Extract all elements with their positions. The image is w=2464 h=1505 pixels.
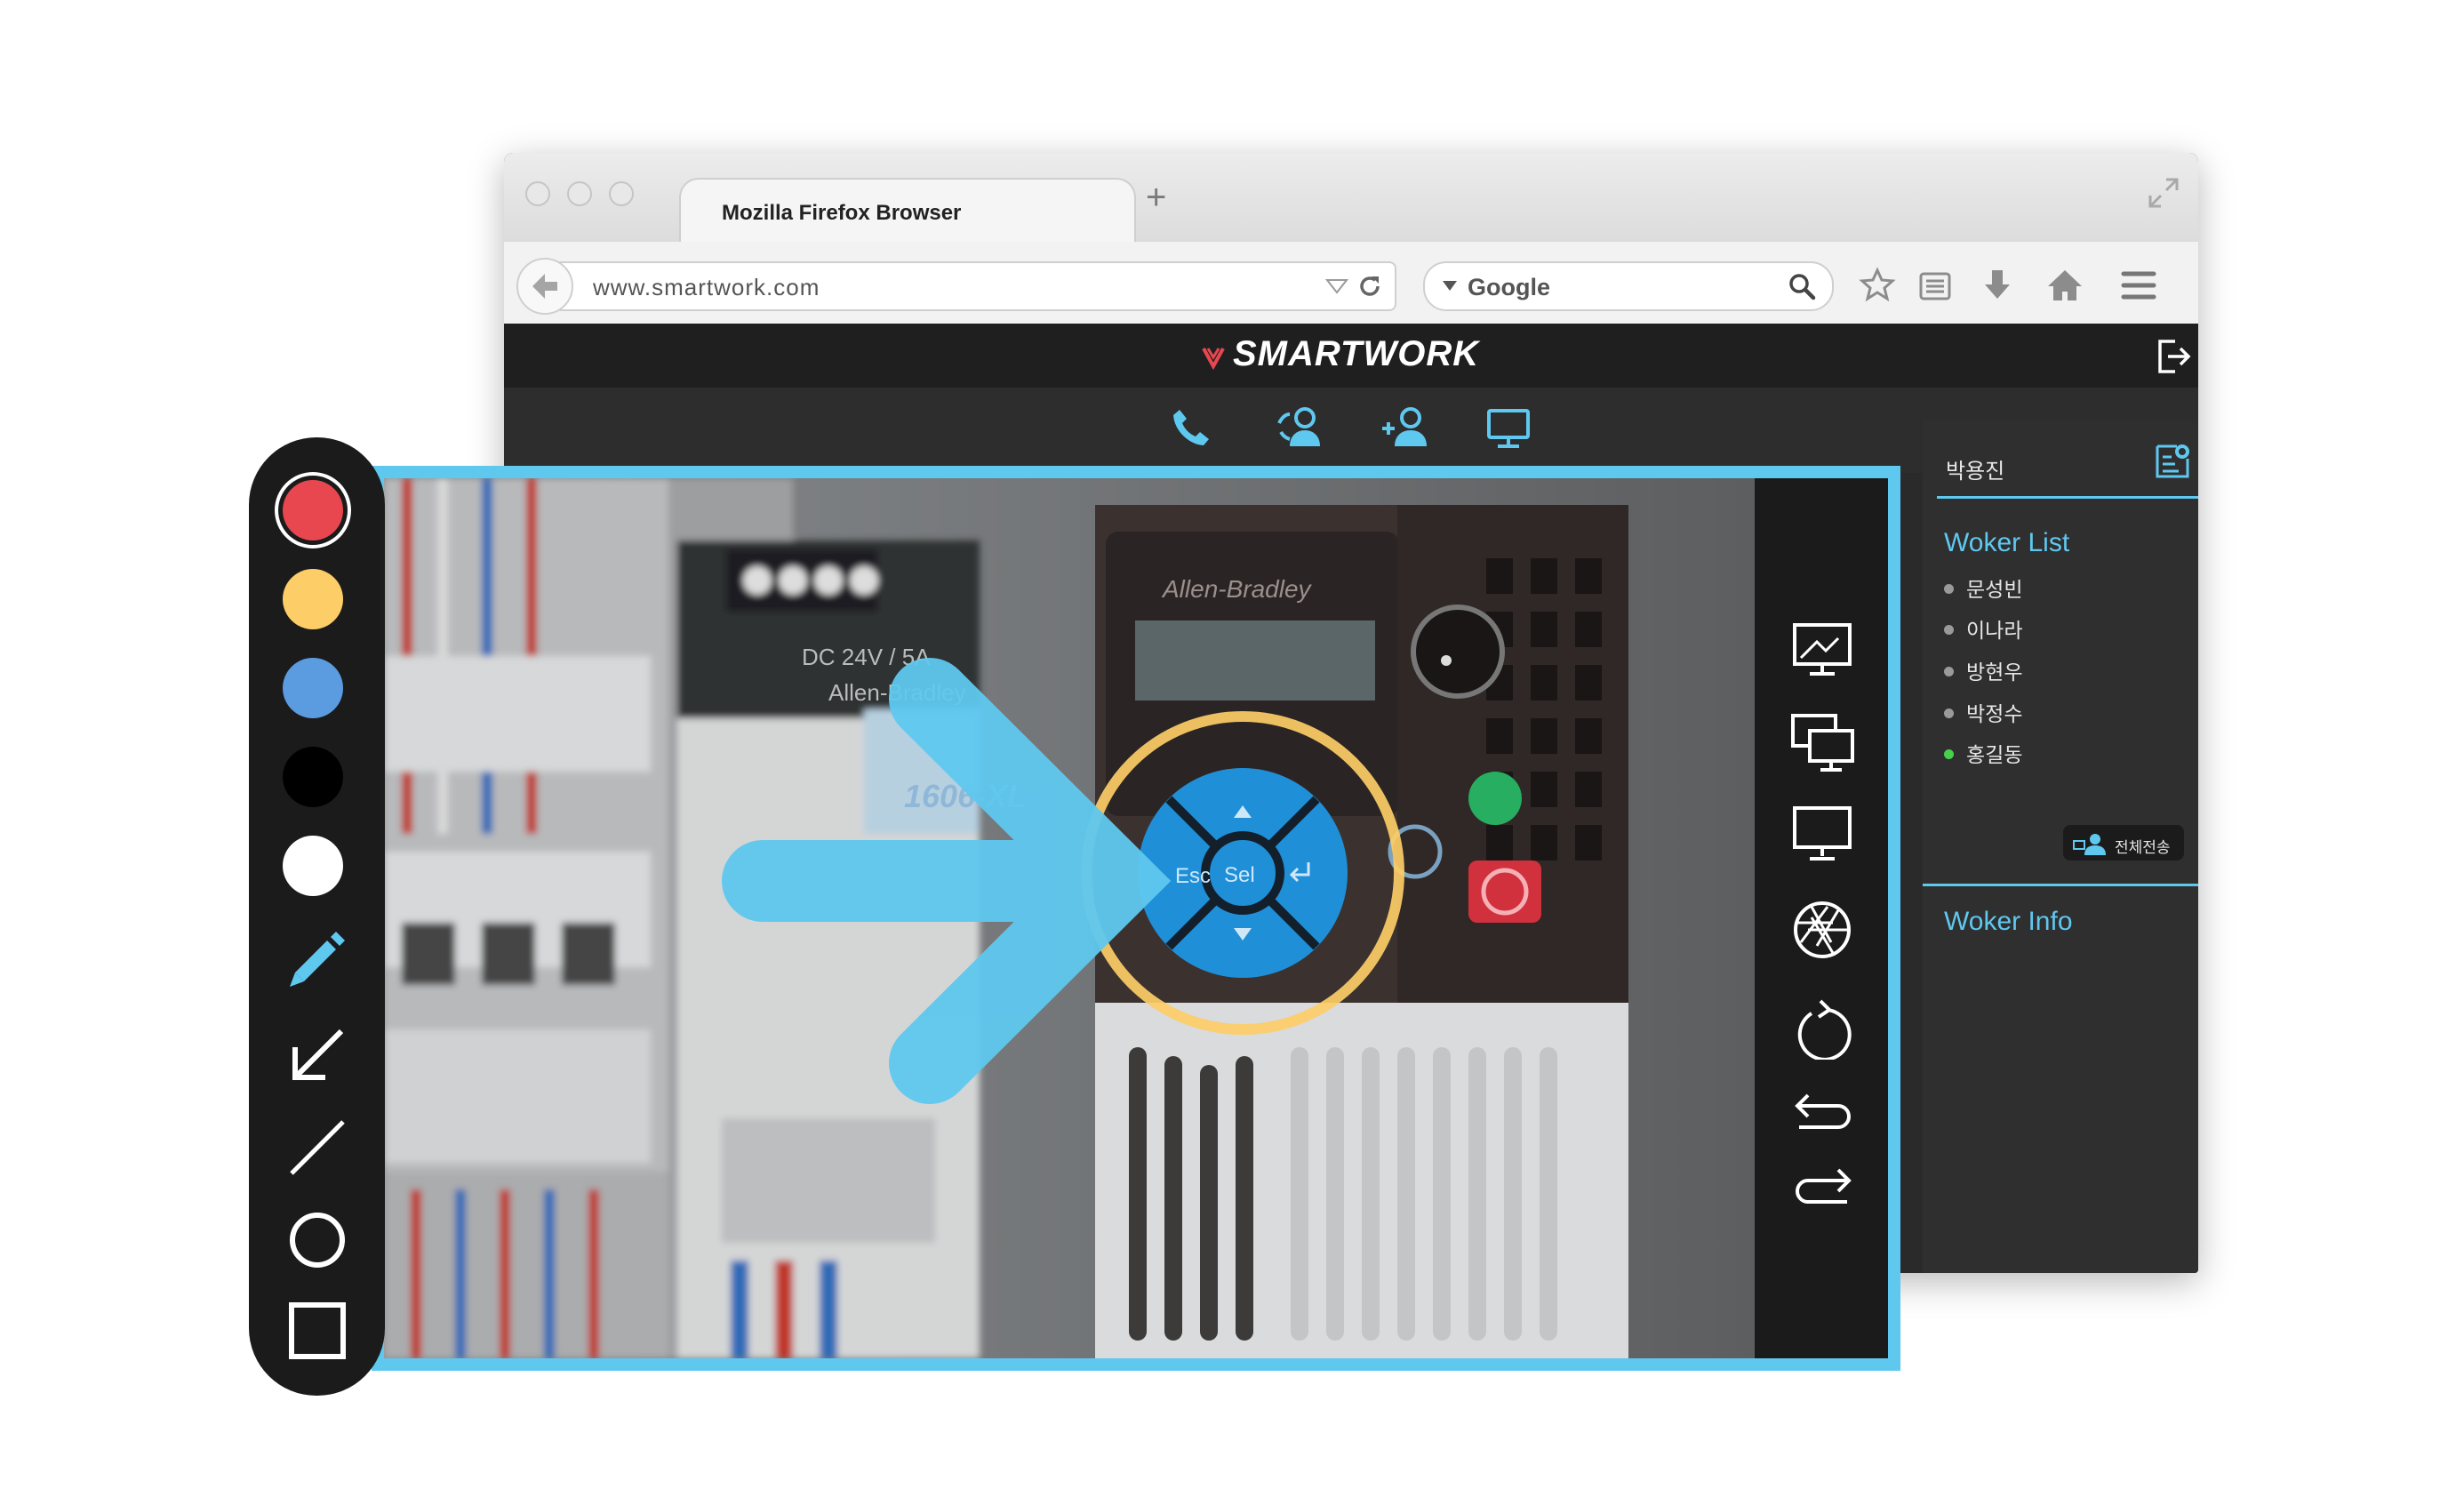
logout-icon[interactable] (2156, 338, 2191, 375)
drawing-toolbar (249, 437, 385, 1396)
color-blue-swatch[interactable] (283, 658, 343, 718)
search-icon[interactable] (1788, 272, 1816, 300)
window-zoom-button[interactable] (609, 181, 634, 206)
camera-feed[interactable]: DC 24V / 5A Allen-Bradley 1606-XL Allen-… (384, 478, 1755, 1358)
monitor-icon[interactable] (1792, 805, 1852, 864)
esc-key-label: Esc (1175, 864, 1211, 888)
worker-name: 박정수 (1966, 702, 2023, 725)
back-button[interactable] (516, 258, 573, 315)
status-dot (1944, 667, 1954, 677)
navigation-bar: www.smartwork.com Google (504, 242, 2198, 325)
url-bar[interactable]: www.smartwork.com (548, 261, 1396, 311)
color-yellow-swatch[interactable] (283, 569, 343, 629)
undo-icon[interactable] (1794, 1092, 1852, 1136)
color-white-swatch[interactable] (283, 836, 343, 896)
status-dot (1944, 708, 1954, 719)
window-minimize-button[interactable] (567, 181, 592, 206)
sel-key-label: Sel (1224, 863, 1255, 887)
group-send-icon (2073, 834, 2106, 855)
url-text: www.smartwork.com (593, 274, 820, 300)
rectangle-icon[interactable] (286, 1300, 348, 1362)
aperture-icon[interactable] (1792, 900, 1852, 960)
tab-bar: Mozilla Firefox Browser + (504, 153, 2198, 247)
download-icon[interactable] (1980, 267, 2015, 304)
worker-item[interactable]: 문성빈 (1944, 572, 2022, 603)
worker-item[interactable]: 이나라 (1944, 613, 2022, 644)
status-dot (1944, 584, 1954, 595)
current-user-name: 박용진 (1946, 460, 2005, 484)
refresh-icon[interactable] (1794, 997, 1852, 1060)
divider (1923, 884, 2198, 886)
back-arrow-icon (532, 274, 557, 299)
browser-tab[interactable]: Mozilla Firefox Browser (679, 178, 1136, 247)
screen-share-icon[interactable] (1792, 622, 1852, 677)
app-header: SMARTWORK (504, 324, 2198, 388)
brand-name: SMARTWORK (1233, 334, 1480, 373)
worker-item[interactable]: 박정수 (1944, 697, 2022, 727)
group-call-icon[interactable] (1276, 405, 1325, 450)
broadcast-button[interactable]: 전체전송 (2063, 825, 2184, 861)
arrow-icon[interactable] (286, 1024, 348, 1086)
circle-icon[interactable] (286, 1209, 348, 1271)
search-engine-dropdown-icon[interactable] (1443, 281, 1457, 292)
worker-name: 홍길동 (1966, 743, 2023, 766)
dual-screen-icon[interactable] (1790, 713, 1856, 773)
worker-sidebar: 박용진 Woker List 문성빈 이나라 방현우 박정수 홍길동 전체전송 … (1923, 420, 2198, 1273)
redo-icon[interactable] (1794, 1166, 1852, 1213)
phone-icon[interactable] (1171, 407, 1212, 448)
marker-icon[interactable] (284, 928, 347, 990)
reload-icon[interactable] (1356, 272, 1384, 300)
status-dot-online (1944, 749, 1954, 760)
dropdown-icon[interactable] (1325, 277, 1348, 295)
worker-name: 문성빈 (1966, 578, 2023, 601)
equipment-image: DC 24V / 5A Allen-Bradley 1606-XL Allen-… (384, 478, 1755, 1358)
search-bar[interactable]: Google (1423, 261, 1834, 311)
video-tools-panel (1755, 478, 1888, 1358)
worker-list-title: Woker List (1944, 528, 2070, 557)
fullscreen-icon[interactable] (2147, 176, 2180, 210)
menu-icon[interactable] (2120, 268, 2157, 302)
bookmark-star-icon[interactable] (1859, 267, 1896, 304)
new-tab-button[interactable]: + (1146, 178, 1166, 218)
worker-item[interactable]: 방현우 (1944, 655, 2022, 685)
color-red-swatch[interactable] (283, 480, 343, 540)
line-icon[interactable] (286, 1117, 348, 1179)
status-dot (1944, 625, 1954, 636)
window-close-button[interactable] (525, 181, 550, 206)
worker-item[interactable]: 홍길동 (1944, 738, 2022, 768)
search-engine-label: Google (1468, 274, 1550, 300)
tab-title: Mozilla Firefox Browser (722, 201, 962, 225)
video-panel: DC 24V / 5A Allen-Bradley 1606-XL Allen-… (372, 466, 1900, 1371)
divider (1937, 496, 2198, 499)
worker-name: 방현우 (1966, 660, 2023, 684)
user-settings-icon[interactable] (2154, 443, 2191, 480)
home-icon[interactable] (2045, 267, 2084, 304)
bookmarks-list-icon[interactable] (1917, 268, 1953, 304)
monitor-icon[interactable] (1485, 407, 1532, 450)
drive-brand: Allen-Bradley (1161, 575, 1313, 603)
worker-name: 이나라 (1966, 619, 2023, 642)
brand-logo-icon (1202, 348, 1225, 370)
add-user-icon[interactable] (1379, 405, 1432, 450)
broadcast-label: 전체전송 (2115, 839, 2171, 856)
color-black-swatch[interactable] (283, 747, 343, 807)
worker-info-title: Woker Info (1944, 907, 2073, 936)
